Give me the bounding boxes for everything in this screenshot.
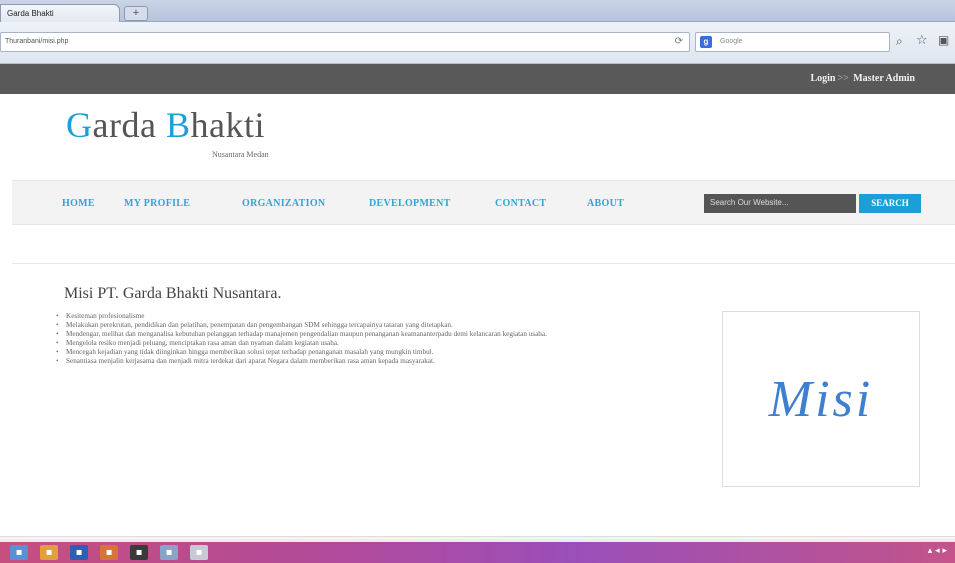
- list-item: Senantiasa menjalin kerjasama dan menjad…: [56, 357, 706, 366]
- admin-links: Login >> Master Admin: [810, 73, 915, 84]
- google-icon: g: [700, 36, 712, 48]
- browser-icon[interactable]: ▪: [100, 545, 118, 560]
- nav-contact[interactable]: CONTACT: [495, 198, 546, 209]
- nav-about[interactable]: ABOUT: [587, 198, 624, 209]
- page-title: Misi PT. Garda Bhakti Nusantara.: [64, 285, 282, 302]
- list-item: Melakukan perekrutan, pendidikan dan pel…: [56, 321, 706, 330]
- nav-my-profile[interactable]: MY PROFILE: [124, 198, 190, 209]
- site-logo[interactable]: Garda Bhakti: [66, 104, 265, 146]
- logo-word-garda: arda: [92, 105, 166, 145]
- star-icon[interactable]: ☆: [916, 33, 928, 48]
- search-button[interactable]: SEARCH: [859, 194, 921, 213]
- breadcrumb-separator: >>: [837, 73, 849, 84]
- content-divider: [12, 263, 955, 264]
- url-text: Thuranbani/misi.php: [5, 38, 69, 45]
- window-icon[interactable]: ▪: [190, 545, 208, 560]
- logo-initial-b: B: [165, 105, 191, 145]
- site-top-bar: Login >> Master Admin: [0, 64, 955, 94]
- logo-initial-g: G: [66, 105, 93, 145]
- folder-icon[interactable]: ▪: [40, 545, 58, 560]
- start-icon[interactable]: ▪: [10, 545, 28, 560]
- mission-list: Kesiteman profesionalisme Melakukan pere…: [56, 312, 706, 366]
- list-item: Mencegah kejadian yang tidak diinginkan …: [56, 348, 706, 357]
- browser-tab-bar: Garda Bhakti +: [0, 0, 955, 22]
- master-admin-link[interactable]: Master Admin: [853, 73, 915, 84]
- search-icon[interactable]: ⌕: [896, 34, 903, 49]
- os-taskbar: ▪ ▪ ▪ ▪ ▪ ▪ ▪ ▴ ◂ ▸: [0, 542, 955, 563]
- browser-search-placeholder: Google: [720, 38, 743, 45]
- media-icon[interactable]: ▪: [130, 545, 148, 560]
- system-tray-icon[interactable]: ▴ ◂ ▸: [928, 546, 947, 556]
- list-item: Mendengar, melihat dan menganalisa kebut…: [56, 330, 706, 339]
- site-search-input[interactable]: Search Our Website...: [704, 194, 856, 213]
- login-link[interactable]: Login: [810, 73, 835, 84]
- browser-toolbar: Thuranbani/misi.php ⟳ g Google ⌕ ☆ ▣: [0, 22, 955, 64]
- list-item: Kesiteman profesionalisme: [56, 312, 706, 321]
- logo-word-bhakti: hakti: [190, 105, 265, 145]
- main-nav: HOME MY PROFILE ORGANIZATION DEVELOPMENT…: [12, 180, 955, 225]
- nav-home[interactable]: HOME: [62, 198, 95, 209]
- browser-search-input[interactable]: g Google: [695, 32, 890, 52]
- site-tagline: Nusantara Medan: [212, 150, 269, 159]
- bookmark-icon[interactable]: ▣: [938, 33, 949, 47]
- nav-development[interactable]: DEVELOPMENT: [369, 198, 451, 209]
- browser-tab[interactable]: Garda Bhakti: [0, 4, 120, 22]
- app-icon[interactable]: ▪: [160, 545, 178, 560]
- misi-image-text: Misi: [768, 371, 874, 428]
- nav-organization[interactable]: ORGANIZATION: [242, 198, 325, 209]
- new-tab-button[interactable]: +: [124, 6, 148, 21]
- misi-image: Misi: [722, 311, 920, 487]
- reload-icon[interactable]: ⟳: [675, 36, 683, 47]
- address-bar[interactable]: Thuranbani/misi.php ⟳: [0, 32, 690, 52]
- word-icon[interactable]: ▪: [70, 545, 88, 560]
- list-item: Mengelola resiko menjadi peluang, mencip…: [56, 339, 706, 348]
- tab-title: Garda Bhakti: [7, 9, 54, 18]
